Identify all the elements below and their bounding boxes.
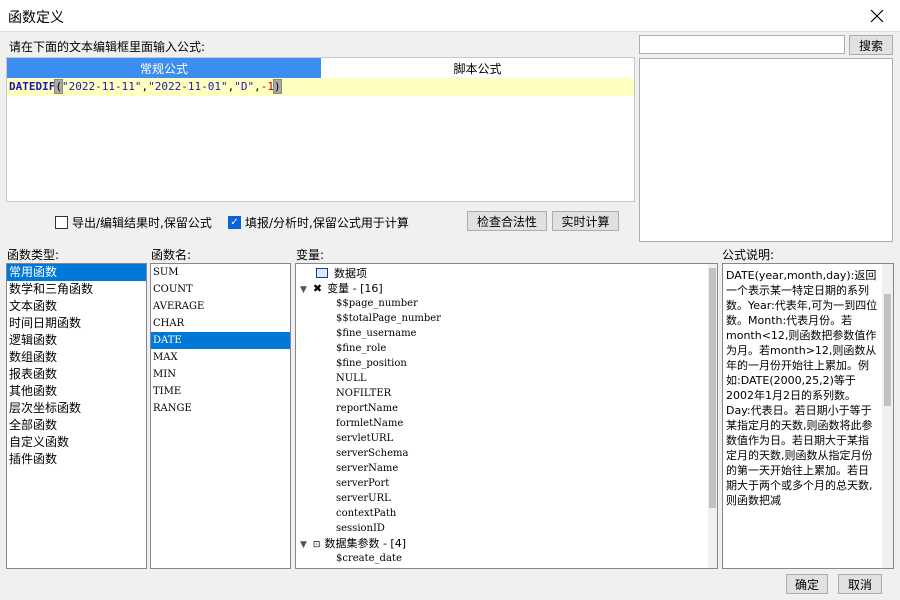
function-type-item[interactable]: 其他函数 [7, 383, 146, 400]
variable-group-icon: ✖ [312, 282, 323, 295]
check-icon: ✓ [230, 217, 239, 228]
function-type-item[interactable]: 全部函数 [7, 417, 146, 434]
tree-group-variables[interactable]: ▼ ✖ 变量 - [16] [296, 281, 717, 296]
search-input[interactable] [639, 35, 845, 54]
variable-item[interactable]: $$totalPage_number [296, 311, 717, 326]
data-item-icon [316, 268, 328, 278]
function-name-item[interactable]: CHAR [151, 315, 290, 332]
tree-item-data-item-label: 数据项 [334, 267, 367, 280]
code-arg-2: "2022-11-01" [148, 80, 228, 93]
keep-formula-fill-option[interactable]: ✓ 填报/分析时,保留公式用于计算 [228, 214, 409, 231]
tree-group-variables-label: 变量 - [16] [327, 282, 383, 295]
ok-button[interactable]: 确定 [786, 574, 828, 594]
variables-scrollbar[interactable] [708, 264, 717, 568]
function-names-list[interactable]: SUM COUNT AVERAGE CHAR DATE MAX MIN TIME RANGE [150, 263, 291, 569]
function-type-item[interactable]: 逻辑函数 [7, 332, 146, 349]
keep-formula-fill-checkbox[interactable]: ✓ [228, 216, 241, 229]
variable-item[interactable]: serverName [296, 461, 717, 476]
variable-item[interactable]: serverSchema [296, 446, 717, 461]
function-name-item[interactable]: SUM [151, 264, 290, 281]
variables-label: 变量: [296, 248, 325, 262]
formula-code[interactable]: DATEDIF("2022-11-11","2022-11-01","D",-1… [9, 79, 282, 94]
variable-item[interactable]: $fine_role [296, 341, 717, 356]
description-scrollbar[interactable] [882, 264, 893, 568]
variable-item[interactable]: serverPort [296, 476, 717, 491]
code-sep-3: , [254, 80, 261, 93]
keep-formula-fill-label: 填报/分析时,保留公式用于计算 [245, 216, 409, 230]
code-arg-3: "D" [234, 80, 255, 93]
function-name-item[interactable]: MAX [151, 349, 290, 366]
tab-script-formula[interactable]: 脚本公式 [321, 58, 634, 78]
variable-item[interactable]: NULL [296, 371, 717, 386]
function-name-item[interactable]: RANGE [151, 400, 290, 417]
dataset-params-icon: ⊡ [312, 540, 321, 550]
validate-button[interactable]: 检查合法性 [467, 211, 547, 231]
search-results-panel [639, 58, 893, 242]
function-type-item[interactable]: 数学和三角函数 [7, 281, 146, 298]
variable-item[interactable]: contextPath [296, 506, 717, 521]
variable-item[interactable]: serverURL [296, 491, 717, 506]
keep-formula-export-option[interactable]: 导出/编辑结果时,保留公式 [55, 214, 212, 231]
variable-item[interactable]: servletURL [296, 431, 717, 446]
title-bar: 函数定义 [0, 0, 900, 32]
description-text: DATE(year,month,day):返回一个表示某一特定日期的系列数。Ye… [726, 269, 878, 507]
variable-item[interactable]: NOFILTER [296, 386, 717, 401]
function-names-label: 函数名: [151, 248, 192, 262]
formula-editor[interactable]: 常规公式 脚本公式 DATEDIF("2022-11-11", "2022-11-… [6, 57, 635, 202]
variable-item[interactable]: $$page_number [296, 296, 717, 311]
description-scroll-thumb[interactable] [884, 294, 891, 406]
code-arg-4: -1 [260, 80, 274, 93]
close-button[interactable] [854, 0, 900, 32]
function-type-item[interactable]: 自定义函数 [7, 434, 146, 451]
function-type-item[interactable]: 层次坐标函数 [7, 400, 146, 417]
function-types-label: 函数类型: [7, 248, 60, 262]
function-type-item[interactable]: 数组函数 [7, 349, 146, 366]
code-function: DATEDIF [9, 80, 56, 93]
realtime-calc-button[interactable]: 实时计算 [552, 211, 619, 231]
variable-item[interactable]: formletName [296, 416, 717, 431]
description-panel: DATE(year,month,day):返回一个表示某一特定日期的系列数。Ye… [722, 263, 894, 569]
variables-tree[interactable]: 数据项 ▼ ✖ 变量 - [16] $$page_number $$totalPage… [295, 263, 718, 569]
function-name-item[interactable]: DATE [151, 332, 290, 349]
chevron-down-icon: ▼ [300, 285, 307, 295]
function-type-item[interactable]: 时间日期函数 [7, 315, 146, 332]
cancel-button[interactable]: 取消 [838, 574, 882, 594]
function-name-item[interactable]: TIME [151, 383, 290, 400]
function-type-item[interactable]: 文本函数 [7, 298, 146, 315]
keep-formula-export-label: 导出/编辑结果时,保留公式 [72, 216, 212, 230]
variable-item[interactable]: $create_date [296, 551, 717, 566]
description-label: 公式说明: [722, 248, 775, 262]
chevron-down-icon: ▼ [300, 540, 307, 550]
code-open-paren: ( [54, 79, 63, 94]
code-arg-1: "2022-11-11" [61, 80, 142, 93]
search-button[interactable]: 搜索 [849, 35, 893, 55]
function-name-item[interactable]: AVERAGE [151, 298, 290, 315]
variable-item[interactable]: $fine_position [296, 356, 717, 371]
variables-scroll-thumb[interactable] [709, 268, 716, 508]
function-name-item[interactable]: COUNT [151, 281, 290, 298]
keep-formula-export-checkbox[interactable] [55, 216, 68, 229]
window-title: 函数定义 [8, 10, 64, 26]
variable-item[interactable]: reportName [296, 401, 717, 416]
function-type-item[interactable]: 常用函数 [7, 264, 146, 281]
function-types-list[interactable]: 常用函数 数学和三角函数 文本函数 时间日期函数 逻辑函数 数组函数 报表函数 其他函数 层次坐… [6, 263, 147, 569]
tree-group-dataset-params-label: 数据集参数 - [4] [324, 537, 407, 550]
code-close-paren: ) [273, 79, 282, 94]
close-icon [870, 9, 884, 23]
tree-group-dataset-params[interactable]: ▼ ⊡ 数据集参数 - [4] [296, 536, 717, 551]
variable-item[interactable]: $fine_username [296, 326, 717, 341]
function-type-item[interactable]: 插件函数 [7, 451, 146, 468]
function-name-item[interactable]: MIN [151, 366, 290, 383]
tab-normal-formula[interactable]: 常规公式 [7, 58, 321, 78]
variable-item[interactable]: sessionID [296, 521, 717, 536]
function-type-item[interactable]: 报表函数 [7, 366, 146, 383]
tree-item-data-item[interactable]: 数据项 [296, 266, 717, 281]
editor-prompt: 请在下面的文本编辑框里面输入公式: [9, 40, 206, 54]
